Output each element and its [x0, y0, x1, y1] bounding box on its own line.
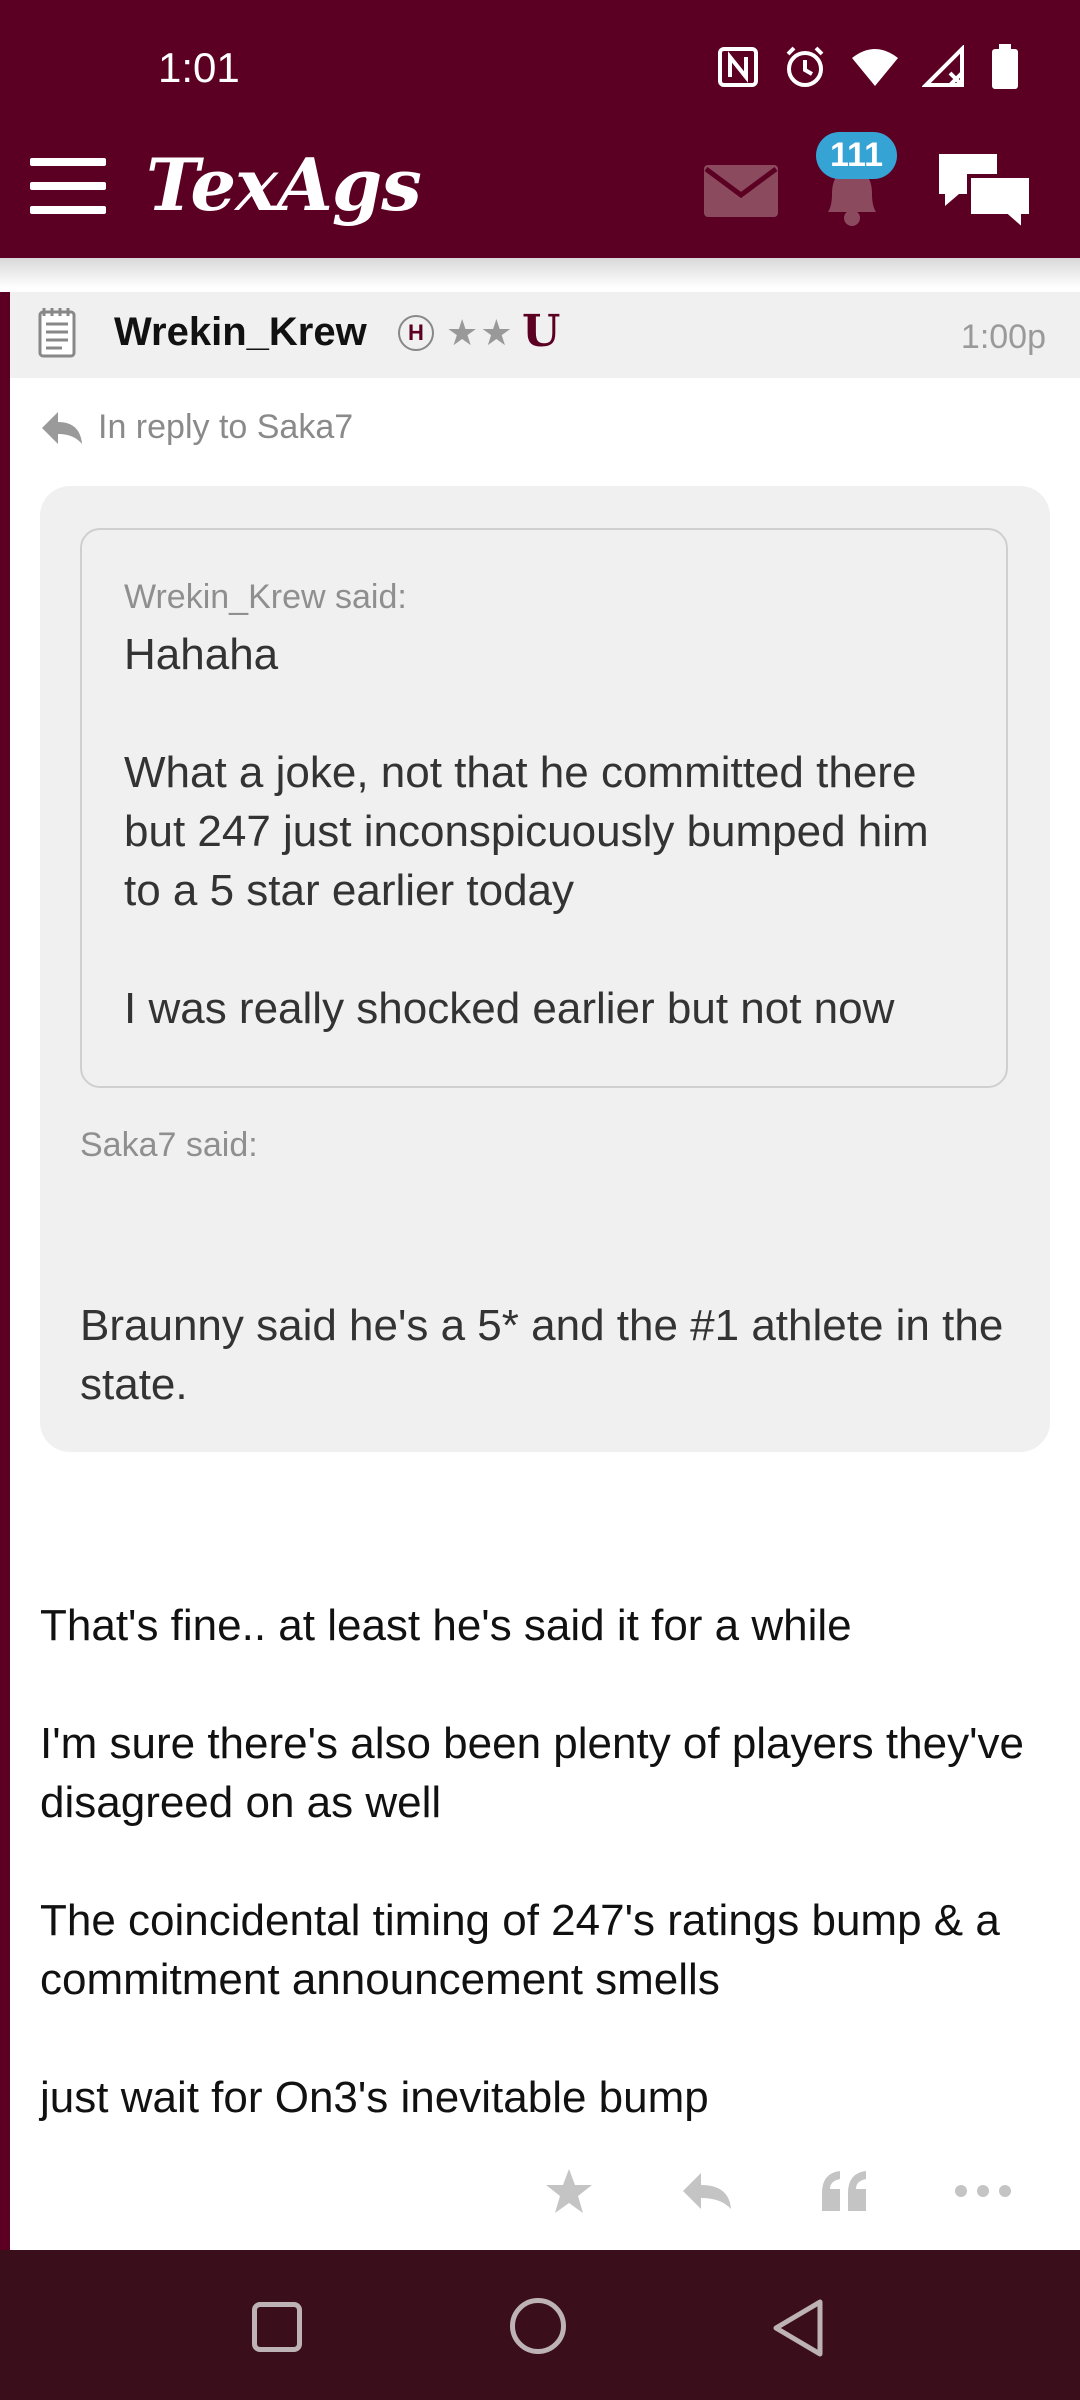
- star-button[interactable]: [540, 2162, 598, 2220]
- menu-bar: [30, 206, 106, 214]
- post-paragraph: just wait for On3's inevitable bump: [40, 2073, 709, 2122]
- star-icon: [546, 2169, 592, 2213]
- nested-quote-text: Hahaha What a joke, not that he committe…: [124, 625, 966, 1038]
- post-paragraph: I'm sure there's also been plenty of pla…: [40, 1719, 1024, 1827]
- post-paragraph: The coincidental timing of 247's ratings…: [40, 1896, 1000, 2004]
- nested-quote-paragraph: I was really shocked earlier but not now: [124, 984, 895, 1033]
- post-document-icon: [38, 308, 76, 358]
- wifi-icon: [852, 49, 898, 86]
- more-button[interactable]: [954, 2162, 1012, 2220]
- chat-button[interactable]: [935, 150, 1035, 239]
- team-logo: U: [522, 306, 561, 357]
- reply-arrow-icon: [42, 411, 82, 444]
- quote-button[interactable]: [816, 2162, 874, 2220]
- system-nav-bar: [0, 2250, 1080, 2400]
- mail-icon: [704, 165, 778, 217]
- app-header: 1:01 TexAgs 111: [0, 0, 1080, 258]
- nested-quote-author: Wrekin_Krew said:: [124, 578, 407, 616]
- menu-bar: [30, 182, 106, 190]
- nfc-icon: [718, 47, 758, 87]
- post-header: Wrekin_Krew H ★★ U 1:00p: [10, 292, 1080, 378]
- quote-block: Wrekin_Krew said: Hahaha What a joke, no…: [40, 486, 1050, 1452]
- messages-button[interactable]: [704, 165, 778, 222]
- header-shadow: [0, 258, 1080, 288]
- in-reply-to[interactable]: In reply to Saka7: [40, 408, 353, 447]
- status-icons: [716, 44, 1020, 90]
- reply-button[interactable]: [678, 2162, 736, 2220]
- post-paragraph: That's fine.. at least he's said it for …: [40, 1601, 852, 1650]
- nested-quote-paragraph: What a joke, not that he committed there…: [124, 748, 929, 915]
- notification-badge: 111: [816, 132, 897, 179]
- status-time: 1:01: [158, 44, 240, 91]
- menu-button[interactable]: [30, 158, 106, 216]
- nested-quote: Wrekin_Krew said: Hahaha What a joke, no…: [80, 528, 1008, 1088]
- nested-quote-paragraph: Hahaha: [124, 630, 279, 679]
- post-body: That's fine.. at least he's said it for …: [40, 1596, 1060, 2186]
- back-icon[interactable]: [770, 2298, 826, 2358]
- user-badge: H: [398, 315, 434, 351]
- in-reply-to-label: In reply to Saka7: [98, 408, 354, 446]
- texags-logo[interactable]: TexAgs: [146, 142, 422, 227]
- user-stars: ★★: [446, 312, 515, 353]
- quote-author: Saka7 said:: [80, 1126, 258, 1164]
- home-button[interactable]: [510, 2298, 566, 2354]
- post-actions: [540, 2162, 1012, 2220]
- quote-text: Braunny said he's a 5* and the #1 athlet…: [80, 1301, 1004, 1409]
- quote-icon: [822, 2171, 866, 2211]
- alarm-icon: [786, 46, 824, 87]
- chat-icon: [939, 154, 1033, 235]
- more-icon: [955, 2185, 1011, 2197]
- recents-button[interactable]: [252, 2302, 302, 2352]
- reply-icon: [683, 2173, 731, 2209]
- signal-icon: [922, 45, 964, 87]
- menu-bar: [30, 158, 106, 166]
- thread-accent-bar: [0, 292, 10, 2250]
- post-author[interactable]: Wrekin_Krew: [114, 310, 367, 355]
- battery-icon: [992, 44, 1018, 89]
- post-time: 1:00p: [960, 318, 1046, 356]
